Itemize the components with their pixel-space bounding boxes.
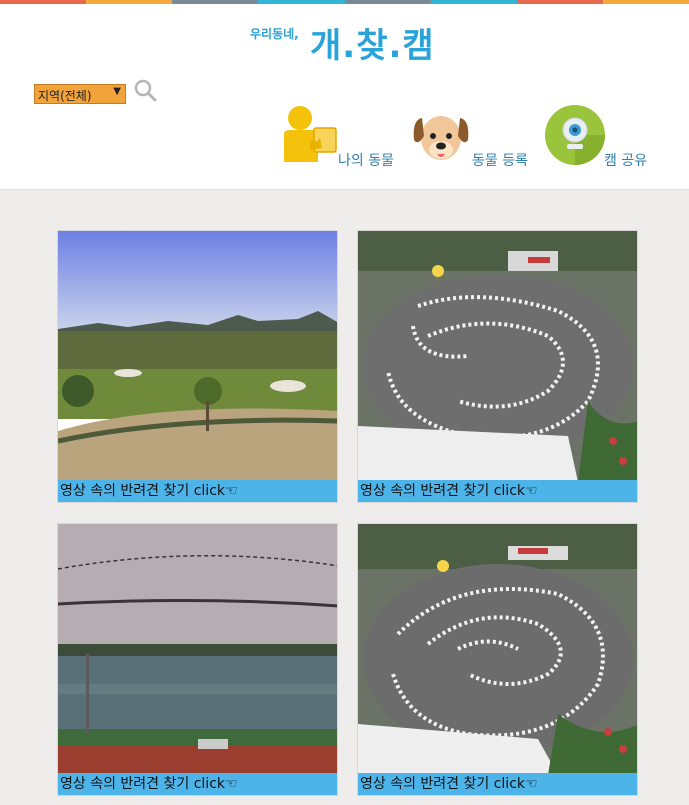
cam-card[interactable]: 영상 속의 반려견 찾기 click☜ (357, 523, 638, 796)
cam-card[interactable]: 영상 속의 반려견 찾기 click☜ (57, 230, 338, 503)
nav-share-cam[interactable]: 캠 공유 (544, 104, 664, 170)
cam-thumbnail-kart-track (358, 231, 637, 482)
region-select[interactable]: 지역(전체) ▼ (34, 84, 126, 104)
cam-thumbnail-coast (58, 524, 337, 775)
cam-caption[interactable]: 영상 속의 반려견 찾기 click☜ (358, 480, 637, 502)
cam-thumbnail-kart-track-2 (358, 524, 637, 775)
dropdown-arrow-icon: ▼ (113, 86, 121, 97)
cam-thumbnail-golf-course (58, 231, 337, 482)
cam-card[interactable]: 영상 속의 반려견 찾기 click☜ (357, 230, 638, 503)
person-icon (284, 106, 337, 162)
logo-tagline: 우리동네, (250, 27, 299, 41)
logo-title: 개.찾.캠 (310, 26, 435, 66)
cam-grid: 영상 속의 반려견 찾기 click☜ 영상 속의 반려견 찾기 click☜ (0, 191, 689, 805)
nav-register-animal[interactable]: 동물 등록 (410, 104, 544, 170)
webcam-icon (545, 105, 605, 165)
cam-caption[interactable]: 영상 속의 반려견 찾기 click☜ (58, 773, 337, 795)
region-select-value: 지역(전체) (38, 89, 92, 103)
cam-caption[interactable]: 영상 속의 반려견 찾기 click☜ (58, 480, 337, 502)
nav-label-register-animal: 동물 등록 (472, 153, 528, 169)
cam-card[interactable]: 영상 속의 반려견 찾기 click☜ (57, 523, 338, 796)
cam-caption[interactable]: 영상 속의 반려견 찾기 click☜ (358, 773, 637, 795)
nav-label-share-cam: 캠 공유 (604, 153, 648, 169)
dog-icon (413, 116, 469, 160)
site-header: 우리동네, 개.찾.캠 지역(전체) ▼ 나의 동물 동물 등록 캠 공유 (0, 4, 689, 190)
nav-my-animals[interactable]: 나의 동물 (276, 104, 412, 170)
nav-label-my-animals: 나의 동물 (338, 153, 394, 169)
search-icon[interactable] (133, 78, 157, 102)
